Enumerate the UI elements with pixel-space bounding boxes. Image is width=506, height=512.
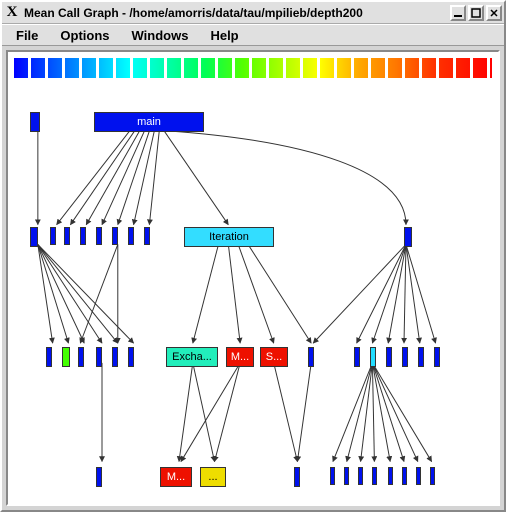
node-l1-r[interactable] — [404, 227, 412, 247]
minimize-button[interactable] — [450, 5, 466, 21]
node-l3-r5[interactable] — [388, 467, 393, 485]
node-l3-r4[interactable] — [372, 467, 377, 485]
close-button[interactable] — [486, 5, 502, 21]
node-l2-a2[interactable] — [62, 347, 70, 367]
node-l3-mid[interactable] — [294, 467, 300, 487]
node-l2-r1[interactable] — [354, 347, 360, 367]
node-l1-b5[interactable] — [112, 227, 118, 245]
node-s1[interactable]: S... — [260, 347, 288, 367]
node-y1[interactable]: ... — [200, 467, 226, 487]
node-l3-r7[interactable] — [416, 467, 421, 485]
node-l2-a5[interactable] — [112, 347, 118, 367]
node-l3-r8[interactable] — [430, 467, 435, 485]
node-l1-b3[interactable] — [80, 227, 86, 245]
node-l2-r4[interactable] — [402, 347, 408, 367]
node-l1-b6[interactable] — [128, 227, 134, 245]
node-l2-r6[interactable] — [434, 347, 440, 367]
node-l2-r5[interactable] — [418, 347, 424, 367]
graph-canvas[interactable]: main Iteration Excha... M... S... — [6, 50, 500, 506]
menu-options[interactable]: Options — [50, 26, 119, 45]
node-l3-r3[interactable] — [358, 467, 363, 485]
maximize-icon — [471, 8, 481, 18]
node-l2-r2[interactable] — [370, 347, 376, 367]
menu-windows[interactable]: Windows — [122, 26, 199, 45]
node-main-label: main — [135, 116, 163, 128]
node-excha[interactable]: Excha... — [166, 347, 218, 367]
node-l2-a1[interactable] — [46, 347, 52, 367]
node-l1-b1[interactable] — [50, 227, 56, 245]
node-l2-a6[interactable] — [128, 347, 134, 367]
node-l2-a4[interactable] — [96, 347, 102, 367]
node-l3-left[interactable] — [96, 467, 102, 487]
node-y1-label: ... — [206, 471, 219, 483]
node-s1-label: S... — [264, 351, 285, 363]
graph-edges — [8, 52, 498, 504]
node-l1-a[interactable] — [30, 227, 38, 247]
node-iteration-label: Iteration — [207, 231, 251, 243]
node-iteration[interactable]: Iteration — [184, 227, 274, 247]
node-l2-r3[interactable] — [386, 347, 392, 367]
node-l2-mid[interactable] — [308, 347, 314, 367]
node-m1[interactable]: M... — [226, 347, 254, 367]
node-m2[interactable]: M... — [160, 467, 192, 487]
node-l3-r2[interactable] — [344, 467, 349, 485]
menu-file[interactable]: File — [6, 26, 48, 45]
maximize-button[interactable] — [468, 5, 484, 21]
menu-help[interactable]: Help — [200, 26, 248, 45]
menubar: File Options Windows Help — [2, 24, 504, 46]
minimize-icon — [453, 8, 463, 18]
titlebar[interactable]: X Mean Call Graph - /home/amorris/data/t… — [2, 2, 504, 24]
color-spectrum — [14, 58, 492, 78]
node-main[interactable]: main — [94, 112, 204, 132]
node-l1-b2[interactable] — [64, 227, 70, 245]
close-icon — [489, 8, 499, 18]
app-icon: X — [4, 5, 20, 21]
node-l1-b7[interactable] — [144, 227, 150, 245]
node-l3-r1[interactable] — [330, 467, 335, 485]
node-l1-b4[interactable] — [96, 227, 102, 245]
node-root-tick[interactable] — [30, 112, 40, 132]
app-window: X Mean Call Graph - /home/amorris/data/t… — [0, 0, 506, 512]
node-m1-label: M... — [229, 351, 251, 363]
node-l2-a3[interactable] — [78, 347, 84, 367]
window-title: Mean Call Graph - /home/amorris/data/tau… — [24, 6, 450, 20]
node-excha-label: Excha... — [170, 351, 214, 363]
node-l3-r6[interactable] — [402, 467, 407, 485]
node-m2-label: M... — [165, 471, 187, 483]
